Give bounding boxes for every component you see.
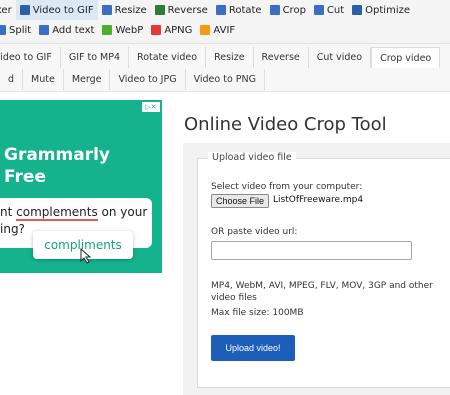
ad-choices-icon[interactable]: ▷✕ bbox=[142, 102, 160, 112]
tab-d[interactable]: d bbox=[0, 69, 24, 90]
page-title: Online Video Crop Tool bbox=[184, 114, 387, 135]
reverse-icon bbox=[154, 5, 165, 15]
tab-video-to-gif[interactable]: Video to GIF bbox=[0, 47, 61, 68]
webp-icon bbox=[102, 25, 113, 35]
tab-mute[interactable]: Mute bbox=[23, 69, 64, 90]
toolbar-item-ker[interactable]: ker bbox=[0, 0, 16, 20]
tab-resize[interactable]: Resize bbox=[206, 47, 254, 68]
toolbar-item-apng[interactable]: APNG bbox=[147, 20, 196, 40]
selected-file-name: ListOfFreeware.mp4 bbox=[273, 195, 364, 205]
apng-icon bbox=[151, 25, 162, 35]
max-file-size: Max file size: 100MB bbox=[211, 308, 304, 318]
film-icon bbox=[19, 5, 30, 15]
video-url-input[interactable] bbox=[211, 241, 412, 260]
toolbar-item-label: APNG bbox=[164, 24, 193, 36]
toolbar-row-1: ker Video to GIF Resize Reverse Rotate Crop Cu… bbox=[0, 0, 414, 20]
optimize-icon bbox=[352, 5, 363, 15]
toolbar-item-add-text[interactable]: Add text bbox=[35, 20, 98, 40]
cut-icon bbox=[313, 5, 324, 15]
top-toolbar: ker Video to GIF Resize Reverse Rotate Crop Cu… bbox=[0, 0, 450, 44]
tab-merge[interactable]: Merge bbox=[64, 69, 111, 90]
tab-crop-video[interactable]: Crop video bbox=[371, 47, 441, 68]
toolbar-item-label: Resize bbox=[114, 4, 147, 16]
toolbar-item-webp[interactable]: WebP bbox=[98, 20, 147, 40]
tab-row-2: d Mute Merge Video to JPG Video to PNG bbox=[0, 69, 265, 91]
tab-row-1: Video to GIFGIF to MP4Rotate videoResize… bbox=[0, 47, 441, 69]
toolbar-item-crop[interactable]: Crop bbox=[266, 0, 310, 20]
toolbar-item-optimize[interactable]: Optimize bbox=[348, 0, 414, 20]
toolbar-item-rotate[interactable]: Rotate bbox=[212, 0, 266, 20]
tab-video-to-jpg[interactable]: Video to JPG bbox=[110, 69, 186, 90]
cursor-icon bbox=[80, 248, 92, 264]
choose-file-button[interactable]: Choose File bbox=[211, 194, 270, 208]
ad-bubble-highlight: complements bbox=[16, 205, 98, 221]
toolbar-item-split[interactable]: Split bbox=[0, 20, 35, 40]
split-icon bbox=[0, 25, 6, 35]
tab-video-to-png[interactable]: Video to PNG bbox=[186, 69, 265, 90]
rotate-icon bbox=[215, 5, 226, 15]
fieldset-legend: Upload video file bbox=[208, 152, 296, 163]
upload-panel: Upload video file Select video from your… bbox=[183, 143, 450, 395]
toolbar-item-video-to-gif[interactable]: Video to GIF bbox=[15, 0, 98, 20]
toolbar-item-label: Optimize bbox=[365, 4, 411, 16]
upload-fieldset: Upload video file Select video from your… bbox=[197, 152, 450, 388]
toolbar-item-resize[interactable]: Resize bbox=[98, 0, 151, 20]
tab-gif-to-mp4[interactable]: GIF to MP4 bbox=[61, 47, 130, 68]
grammarly-ad[interactable]: ▷✕ Grammarly Free nt complements on your… bbox=[0, 100, 162, 273]
toolbar-item-label: Add text bbox=[52, 24, 95, 36]
ad-bubble-line2: ing? bbox=[0, 222, 25, 236]
supported-formats: MP4, WebM, AVI, MPEG, FLV, MOV, 3GP and … bbox=[211, 281, 433, 303]
toolbar-item-reverse[interactable]: Reverse bbox=[151, 0, 212, 20]
toolbar-row-2: Split Add text WebP APNG AVIF bbox=[0, 20, 239, 40]
ad-bubble-post: on your bbox=[97, 205, 148, 219]
toolbar-item-avif[interactable]: AVIF bbox=[196, 20, 239, 40]
toolbar-item-label: Rotate bbox=[228, 4, 262, 16]
resize-icon bbox=[101, 5, 112, 15]
toolbar-item-label: Video to GIF bbox=[32, 4, 94, 16]
toolbar-item-label: AVIF bbox=[213, 24, 236, 36]
avif-icon bbox=[200, 25, 211, 35]
toolbar-item-label: WebP bbox=[115, 24, 144, 36]
ad-subtitle: Free bbox=[4, 167, 46, 187]
url-label: OR paste video url: bbox=[211, 227, 298, 237]
ad-title: Grammarly bbox=[4, 145, 111, 165]
toolbar-item-label: Crop bbox=[282, 4, 306, 16]
tab-rotate-video[interactable]: Rotate video bbox=[129, 47, 207, 68]
toolbar-item-cut[interactable]: Cut bbox=[310, 0, 348, 20]
crop-icon bbox=[269, 5, 280, 15]
toolbar-item-label: Reverse bbox=[167, 4, 208, 16]
tab-cut-video[interactable]: Cut video bbox=[309, 47, 372, 68]
ad-bubble-pre: nt bbox=[0, 205, 17, 219]
tab-reverse[interactable]: Reverse bbox=[254, 47, 309, 68]
toolbar-item-label: ker bbox=[0, 4, 12, 16]
text-icon bbox=[39, 25, 50, 35]
tool-tabs: Video to GIFGIF to MP4Rotate videoResize… bbox=[0, 44, 450, 92]
toolbar-item-label: Cut bbox=[326, 4, 345, 16]
upload-video-button[interactable]: Upload video! bbox=[211, 335, 295, 361]
select-file-label: Select video from your computer: bbox=[211, 182, 363, 192]
toolbar-item-label: Split bbox=[9, 24, 32, 36]
